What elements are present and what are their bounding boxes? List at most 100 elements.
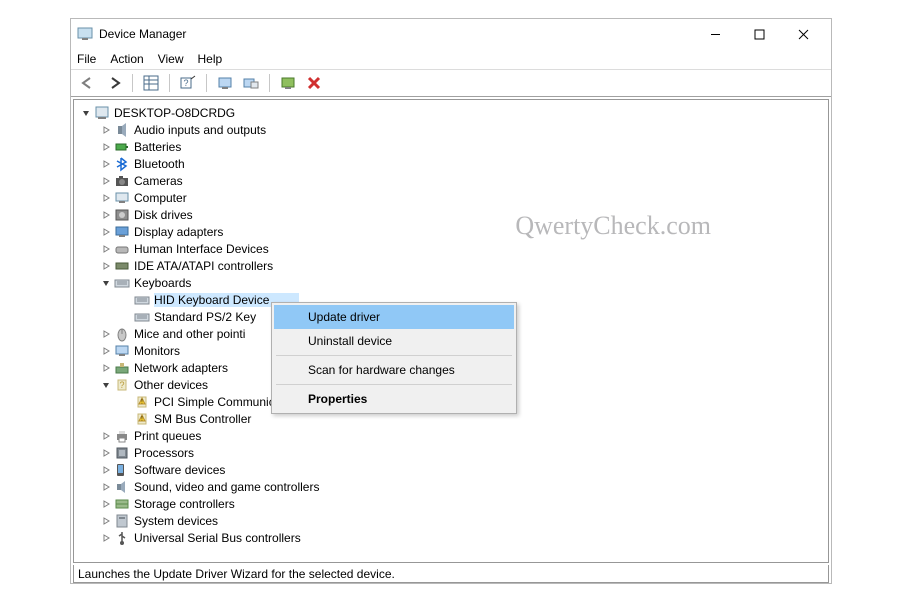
menubar: File Action View Help [71,49,831,69]
chevron-right-icon[interactable] [100,260,112,272]
context-menu: Update driverUninstall device Scan for ha… [271,302,517,414]
tree-category[interactable]: Audio inputs and outputs [74,121,828,138]
display-icon [114,224,130,240]
printer-icon [114,428,130,444]
menu-view[interactable]: View [158,52,184,66]
tree-category-label: Keyboards [134,276,191,290]
chevron-right-icon[interactable] [100,481,112,493]
toolbar-separator [132,74,133,92]
chevron-right-icon[interactable] [100,447,112,459]
chevron-right-icon[interactable] [100,464,112,476]
show-hidden-button[interactable] [240,72,262,94]
toolbar: ? [71,69,831,97]
chevron-right-icon[interactable] [100,124,112,136]
tree-category[interactable]: IDE ATA/ATAPI controllers [74,257,828,274]
tree-category[interactable]: Disk drives [74,206,828,223]
context-menu-item[interactable]: Properties [274,387,514,411]
tree-category-label: Monitors [134,344,180,358]
tree-category[interactable]: Human Interface Devices [74,240,828,257]
menu-separator [276,355,512,356]
chevron-down-icon[interactable] [100,379,112,391]
tree-category[interactable]: Bluetooth [74,155,828,172]
watermark: QwertyCheck.com [515,211,711,241]
chevron-right-icon[interactable] [100,532,112,544]
tree-root[interactable]: DESKTOP-O8DCRDG [74,104,828,121]
context-menu-item[interactable]: Uninstall device [274,329,514,353]
help-button[interactable]: ? [177,72,199,94]
warn-icon: ! [134,394,150,410]
tree-category[interactable]: Computer [74,189,828,206]
chevron-right-icon[interactable] [100,158,112,170]
tree-category-label: Sound, video and game controllers [134,480,319,494]
properties-button[interactable] [140,72,162,94]
chevron-right-icon[interactable] [100,430,112,442]
tree-category-label: Audio inputs and outputs [134,123,266,137]
chevron-right-icon[interactable] [100,328,112,340]
tree-category[interactable]: Print queues [74,427,828,444]
chevron-right-icon[interactable] [100,243,112,255]
tree-category-label: Universal Serial Bus controllers [134,531,301,545]
toolbar-separator [206,74,207,92]
chevron-right-icon[interactable] [100,498,112,510]
chevron-right-icon[interactable] [100,226,112,238]
tree-category-label: Display adapters [134,225,223,239]
tree-category[interactable]: System devices [74,512,828,529]
titlebar: Device Manager [71,19,831,49]
tree-category-label: Bluetooth [134,157,185,171]
chevron-right-icon[interactable] [100,515,112,527]
update-driver-button[interactable] [277,72,299,94]
tree-category-label: Computer [134,191,187,205]
chevron-right-icon[interactable] [100,175,112,187]
device-manager-window: Device Manager File Action View Help ? [70,18,832,584]
forward-button[interactable] [103,72,125,94]
network-icon [114,360,130,376]
scan-button[interactable] [214,72,236,94]
tree-category[interactable]: Sound, video and game controllers [74,478,828,495]
tree-category[interactable]: Universal Serial Bus controllers [74,529,828,546]
uninstall-button[interactable] [303,72,325,94]
ide-icon [114,258,130,274]
menu-help[interactable]: Help [198,52,223,66]
back-button[interactable] [77,72,99,94]
tree-category-label: Disk drives [134,208,193,222]
tree-category[interactable]: Batteries [74,138,828,155]
window-title: Device Manager [99,27,693,41]
tree-category-label: Human Interface Devices [134,242,269,256]
tree-category[interactable]: Display adapters [74,223,828,240]
menu-action[interactable]: Action [110,52,143,66]
tree-device-label: SM Bus Controller [154,412,251,426]
chevron-down-icon[interactable] [80,107,92,119]
close-button[interactable] [781,20,825,48]
software-icon [114,462,130,478]
tree-category-label: Print queues [134,429,201,443]
chevron-right-icon[interactable] [100,141,112,153]
tree-device-label: Standard PS/2 Key [154,310,256,324]
bluetooth-icon [114,156,130,172]
svg-text:?: ? [119,380,124,390]
keyboard-icon [114,275,130,291]
cpu-icon [114,445,130,461]
chevron-right-icon[interactable] [100,192,112,204]
tree-category-label: Cameras [134,174,183,188]
computer-icon [94,105,110,121]
chevron-right-icon[interactable] [100,345,112,357]
context-menu-item[interactable]: Scan for hardware changes [274,358,514,382]
context-menu-item[interactable]: Update driver [274,305,514,329]
minimize-button[interactable] [693,20,737,48]
tree-category[interactable]: Processors [74,444,828,461]
menu-file[interactable]: File [77,52,96,66]
tree-category-label: Mice and other pointi [134,327,245,341]
chevron-right-icon[interactable] [100,209,112,221]
chevron-down-icon[interactable] [100,277,112,289]
disk-icon [114,207,130,223]
tree-category-label: IDE ATA/ATAPI controllers [134,259,273,273]
tree-category[interactable]: Keyboards [74,274,828,291]
tree-category[interactable]: Software devices [74,461,828,478]
mouse-icon [114,326,130,342]
tree-root-label: DESKTOP-O8DCRDG [114,106,235,120]
usb-icon [114,530,130,546]
tree-category[interactable]: Cameras [74,172,828,189]
tree-category[interactable]: Storage controllers [74,495,828,512]
chevron-right-icon[interactable] [100,362,112,374]
maximize-button[interactable] [737,20,781,48]
